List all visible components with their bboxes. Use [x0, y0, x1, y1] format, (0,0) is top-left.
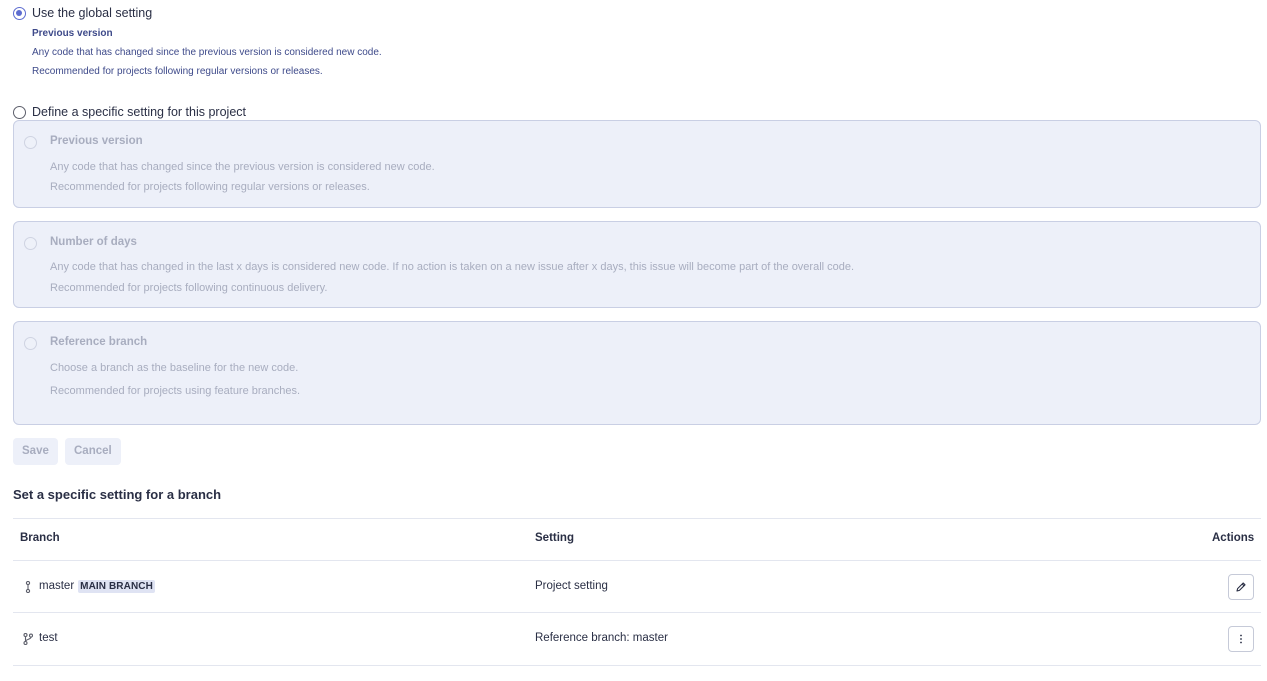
specific-setting-label[interactable]: Define a specific setting for this proje… — [32, 105, 246, 119]
option-card-previous-version: Previous version Any code that has chang… — [13, 120, 1261, 208]
column-header-setting: Setting — [535, 532, 574, 544]
main-branch-icon — [25, 581, 31, 593]
previous-version-desc-2: Recommended for projects following regul… — [50, 181, 370, 193]
specific-setting-radio[interactable] — [13, 106, 26, 119]
column-header-actions: Actions — [1212, 532, 1255, 544]
branch-setting: Reference branch: master — [535, 632, 668, 644]
branch-name: test — [39, 632, 58, 644]
new-code-settings: Use the global setting Previous version … — [0, 0, 1267, 681]
table-bottom-divider — [13, 665, 1261, 666]
global-setting-label[interactable]: Use the global setting — [32, 6, 152, 20]
global-setting-title: Previous version — [32, 28, 113, 39]
column-header-branch: Branch — [20, 532, 60, 544]
previous-version-desc-1: Any code that has changed since the prev… — [50, 161, 435, 173]
reference-branch-title: Reference branch — [50, 336, 148, 348]
previous-version-radio[interactable] — [24, 136, 37, 149]
global-setting-radio[interactable] — [13, 7, 26, 20]
table-header-divider — [13, 560, 1261, 561]
branch-section-title: Set a specific setting for a branch — [13, 487, 222, 502]
branch-setting: Project setting — [535, 580, 608, 592]
number-of-days-title: Number of days — [50, 236, 137, 248]
option-card-reference-branch: Reference branch Choose a branch as the … — [13, 321, 1261, 425]
table-top-divider — [13, 518, 1261, 519]
edit-branch-button[interactable] — [1228, 574, 1254, 600]
branch-actions-button[interactable] — [1228, 626, 1254, 652]
reference-branch-radio[interactable] — [24, 337, 37, 350]
number-of-days-desc-1: Any code that has changed in the last x … — [50, 261, 855, 273]
global-setting-desc-2: Recommended for projects following regul… — [32, 66, 323, 77]
save-button[interactable]: Save — [13, 438, 58, 465]
reference-branch-desc-2: Recommended for projects using feature b… — [50, 385, 301, 397]
number-of-days-radio[interactable] — [24, 237, 37, 250]
number-of-days-desc-2: Recommended for projects following conti… — [50, 282, 328, 294]
main-branch-badge: MAIN BRANCH — [78, 580, 155, 593]
git-branch-icon — [23, 633, 33, 645]
reference-branch-desc-1: Choose a branch as the baseline for the … — [50, 362, 299, 374]
table-row-divider — [13, 612, 1261, 613]
global-setting-desc-1: Any code that has changed since the prev… — [32, 47, 382, 58]
more-vertical-icon — [1240, 634, 1242, 644]
branch-name: master — [39, 580, 75, 592]
branch-name-cell: master MAIN BRANCH — [39, 580, 155, 593]
cancel-button[interactable]: Cancel — [65, 438, 121, 465]
pencil-icon — [1236, 582, 1246, 592]
option-card-number-of-days: Number of days Any code that has changed… — [13, 221, 1261, 308]
previous-version-title: Previous version — [50, 135, 143, 147]
